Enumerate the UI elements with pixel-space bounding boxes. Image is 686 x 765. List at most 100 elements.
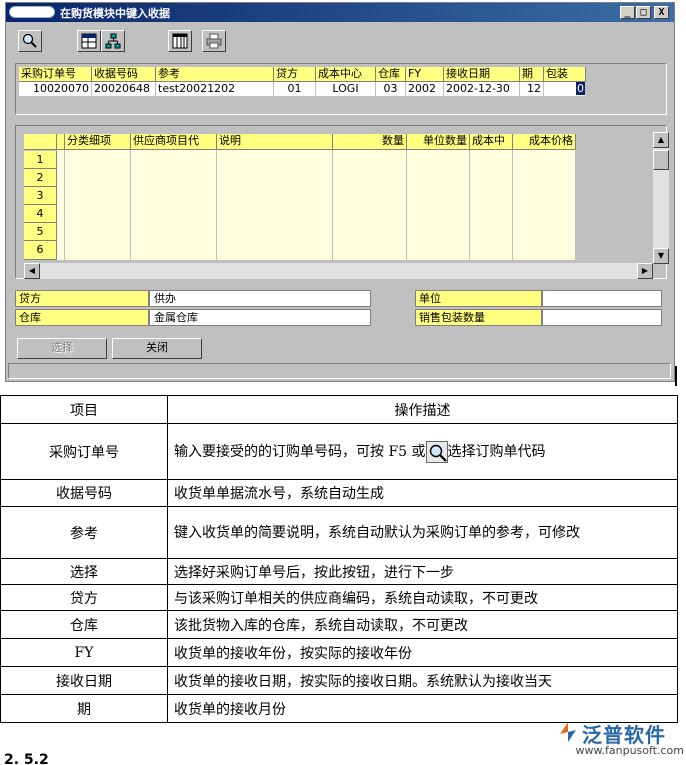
row-number[interactable]: 2 — [24, 169, 57, 187]
columns-icon — [172, 33, 188, 49]
item-cell: 贷方 — [0, 584, 168, 611]
scroll-right-icon[interactable]: ▶ — [637, 263, 653, 279]
scroll-up-icon[interactable]: ▲ — [653, 132, 669, 148]
col-header-category-item: 分类细项 — [65, 134, 131, 150]
col-header-cost-price: 成本价格 — [513, 134, 576, 150]
package-value: 0 — [576, 82, 585, 95]
grid-spacer-column — [57, 150, 65, 260]
vertical-scrollbar[interactable]: ▲ ▼ — [653, 132, 669, 264]
horizontal-scrollbar[interactable]: ◀ ▶ — [24, 263, 653, 279]
grid-column-unit-quantity[interactable] — [407, 150, 470, 260]
receipt-number-field[interactable]: 20020648 — [92, 82, 156, 97]
search-button[interactable] — [18, 30, 42, 52]
fiscal-year-field[interactable]: 2002 — [406, 82, 444, 97]
columns-button[interactable] — [168, 30, 192, 52]
tree-icon — [105, 33, 121, 49]
row-number[interactable]: 4 — [24, 205, 57, 223]
description-cell: 该批货物入库的仓库，系统自动读取，不可更改 — [167, 610, 678, 639]
row-number[interactable]: 3 — [24, 187, 57, 205]
header-description: 操作描述 — [167, 395, 678, 424]
item-cell: 仓库 — [0, 610, 168, 639]
col-header-receipt-number: 收据号码 — [92, 67, 156, 82]
description-table: 项目 操作描述 采购订单号 输入要接受的的订购单号码，可按 F5 或 选择订购单代… — [0, 395, 678, 723]
grid-view-button[interactable] — [77, 30, 101, 52]
col-header-quantity: 数量 — [333, 134, 407, 150]
unit-field — [542, 290, 662, 307]
period-field[interactable]: 12 — [520, 82, 544, 97]
receive-date-field[interactable]: 2002-12-30 — [444, 82, 520, 97]
col-header-description: 说明 — [217, 134, 333, 150]
close-window-button[interactable]: X — [654, 6, 669, 19]
row-number[interactable]: 6 — [24, 241, 57, 260]
col-header-cost-center-short: 成本中 — [470, 134, 513, 150]
col-header-po-number: 采购订单号 — [19, 67, 92, 82]
col-header-warehouse: 仓库 — [376, 67, 406, 82]
print-button[interactable] — [202, 30, 226, 52]
grid-column-description[interactable] — [217, 150, 333, 260]
warehouse-name-field: 金属仓库 — [149, 309, 371, 326]
brand-watermark: 泛普软件 www.fanpusoft.com — [556, 719, 684, 759]
unit-label: 单位 — [415, 290, 542, 307]
description-cell: 收货单的接收日期，按实际的接收日期。系统默认为接收当天 — [167, 666, 678, 695]
brand-logo-icon — [560, 722, 576, 742]
col-header-supplier: 贷方 — [274, 67, 316, 82]
table-row: 采购订单号 输入要接受的的订购单号码，可按 F5 或 选择订购单代码 — [0, 423, 678, 480]
description-cell: 键入收货单的简要说明，系统自动默认为采购订单的参考，可修改 — [167, 506, 678, 559]
col-header-reference: 参考 — [156, 67, 274, 82]
grid-column-cost-center[interactable] — [470, 150, 513, 260]
app-icon — [9, 6, 55, 18]
cost-center-field[interactable]: LOGI — [316, 82, 376, 97]
scroll-down-icon[interactable]: ▼ — [653, 248, 669, 264]
item-cell: FY — [0, 638, 168, 667]
brand-url: www.fanpusoft.com — [575, 744, 684, 757]
grid-column-cost-price[interactable] — [513, 150, 576, 260]
toolbar — [6, 23, 674, 57]
close-button[interactable]: 关闭 — [112, 338, 202, 359]
pack-qty-label: 销售包装数量 — [415, 309, 542, 326]
select-button[interactable]: 选择 — [17, 338, 107, 359]
description-cell: 选择好采购订单号后，按此按钮，进行下一步 — [167, 558, 678, 585]
col-header-period: 期 — [520, 67, 544, 82]
table-row: 接收日期 收货单的接收日期，按实际的接收日期。系统默认为接收当天 — [0, 666, 678, 695]
col-header-unit-quantity: 单位数量 — [407, 134, 470, 150]
col-header-receive-date: 接收日期 — [444, 67, 520, 82]
item-cell: 接收日期 — [0, 666, 168, 695]
col-header-fiscal-year: FY — [406, 67, 444, 82]
item-cell: 参考 — [0, 506, 168, 559]
package-field[interactable]: 0 — [544, 82, 586, 97]
tree-view-button[interactable] — [101, 30, 125, 52]
status-bar — [8, 363, 671, 379]
table-row: FY 收货单的接收年份，按实际的接收年份 — [0, 638, 678, 667]
window-title: 在购货模块中键入收据 — [60, 7, 170, 20]
scroll-left-icon[interactable]: ◀ — [24, 263, 40, 279]
search-icon — [22, 33, 37, 48]
title-bar[interactable]: 在购货模块中键入收据 _ □ X — [6, 3, 674, 22]
description-text-after: 选择订购单代码 — [447, 443, 546, 460]
item-cell: 收据号码 — [0, 479, 168, 507]
grid-icon — [81, 33, 97, 49]
item-cell: 选择 — [0, 558, 168, 585]
grid-column-quantity[interactable] — [333, 150, 407, 260]
supplier-field[interactable]: 01 — [274, 82, 316, 97]
table-row: 仓库 该批货物入库的仓库，系统自动读取，不可更改 — [0, 610, 678, 639]
grid-corner — [24, 134, 57, 150]
description-cell: 收货单的接收年份，按实际的接收年份 — [167, 638, 678, 667]
row-number[interactable]: 1 — [24, 151, 57, 169]
description-cell: 输入要接受的的订购单号码，可按 F5 或 选择订购单代码 — [167, 423, 678, 480]
supplier-name-field: 供办 — [149, 290, 371, 307]
col-header-package: 包装 — [544, 67, 586, 82]
pack-qty-field — [542, 309, 662, 326]
reference-field[interactable]: test20021202 — [156, 82, 274, 97]
scroll-thumb[interactable] — [653, 150, 669, 170]
grid-column-category-item[interactable] — [65, 150, 131, 260]
window-edge — [675, 366, 677, 386]
po-number-field[interactable]: 10020070 — [19, 82, 92, 97]
maximize-button[interactable]: □ — [636, 6, 651, 19]
description-cell: 与该采购订单相关的供应商编码，系统自动读取，不可更改 — [167, 584, 678, 611]
table-row: 收据号码 收货单单据流水号，系统自动生成 — [0, 479, 678, 507]
header-item: 项目 — [0, 395, 168, 424]
warehouse-field[interactable]: 03 — [376, 82, 406, 97]
minimize-button[interactable]: _ — [620, 6, 635, 19]
grid-column-supplier-item-code[interactable] — [131, 150, 217, 260]
row-number[interactable]: 5 — [24, 223, 57, 241]
